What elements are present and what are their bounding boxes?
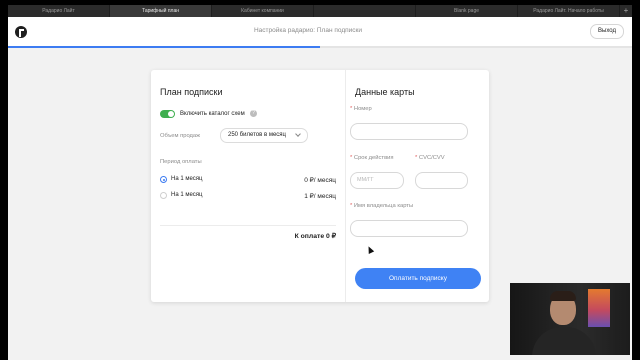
expiry-label: * Срок действия bbox=[350, 155, 394, 161]
divider bbox=[160, 225, 336, 226]
plan-section: План подписки Включить каталог схем ? Об… bbox=[151, 70, 345, 302]
card-holder-label: * Имя владельца карты bbox=[350, 203, 414, 209]
setup-progress-bar bbox=[8, 46, 632, 48]
card-holder-input[interactable] bbox=[350, 220, 468, 237]
cvc-label: * CVC/CVV bbox=[415, 155, 445, 161]
catalog-toggle-label: Включить каталог схем bbox=[180, 111, 245, 117]
exit-button[interactable]: Выход bbox=[590, 24, 624, 39]
period-option-price: 1 ₽/ месяц bbox=[304, 193, 336, 200]
screen: Радарио Лайт Тарифный план Кабинет компа… bbox=[0, 0, 640, 360]
browser-tab[interactable]: Blank page bbox=[416, 5, 518, 17]
help-icon[interactable]: ? bbox=[250, 110, 257, 117]
card-title: Данные карты bbox=[355, 87, 415, 97]
page-title: Настройка радарио: План подписки bbox=[253, 27, 363, 34]
payment-period-label: Период оплаты bbox=[160, 159, 202, 165]
browser-tab-bar: Радарио Лайт Тарифный план Кабинет компа… bbox=[8, 5, 632, 17]
setup-progress-fill bbox=[8, 46, 320, 48]
webcam-overlay bbox=[510, 283, 630, 355]
browser-tab-active[interactable]: Тарифный план bbox=[110, 5, 212, 17]
period-option-label[interactable]: На 1 месяц bbox=[171, 192, 203, 198]
total-amount: К оплате 0 ₽ bbox=[294, 233, 336, 240]
chevron-down-icon bbox=[295, 131, 301, 137]
app-header: Настройка радарио: План подписки Выход bbox=[8, 17, 632, 46]
browser-tab[interactable]: Радарио Лайт. Начало работы bbox=[518, 5, 620, 17]
browser-tab[interactable]: Кабинет компании bbox=[212, 5, 314, 17]
expiry-input[interactable]: ММ/ГГ bbox=[350, 172, 404, 189]
presenter-hair bbox=[550, 291, 576, 301]
catalog-toggle[interactable] bbox=[160, 110, 175, 118]
sales-volume-select[interactable]: 250 билетов в месяц bbox=[220, 128, 308, 143]
card-number-label: * Номер bbox=[350, 106, 372, 112]
period-option-label[interactable]: На 1 месяц bbox=[171, 176, 203, 182]
sales-volume-label: Объем продаж bbox=[160, 133, 201, 139]
webcam-poster bbox=[588, 289, 610, 327]
period-radio-2[interactable] bbox=[160, 192, 167, 199]
browser-tab[interactable]: Радарио Лайт bbox=[8, 5, 110, 17]
card-number-input[interactable] bbox=[350, 123, 468, 140]
card-section: Данные карты * Номер * Срок действия ММ/… bbox=[346, 70, 489, 302]
new-tab-button[interactable]: + bbox=[620, 5, 632, 17]
subscription-card: План подписки Включить каталог схем ? Об… bbox=[151, 70, 489, 302]
pay-subscription-button[interactable]: Оплатить подписку bbox=[355, 268, 481, 289]
plan-title: План подписки bbox=[160, 87, 223, 97]
cvc-input[interactable] bbox=[415, 172, 468, 189]
sales-volume-value: 250 билетов в месяц bbox=[228, 132, 286, 138]
period-radio-1[interactable] bbox=[160, 176, 167, 183]
browser-tab[interactable] bbox=[314, 5, 416, 17]
period-option-price: 0 ₽/ месяц bbox=[304, 177, 336, 184]
